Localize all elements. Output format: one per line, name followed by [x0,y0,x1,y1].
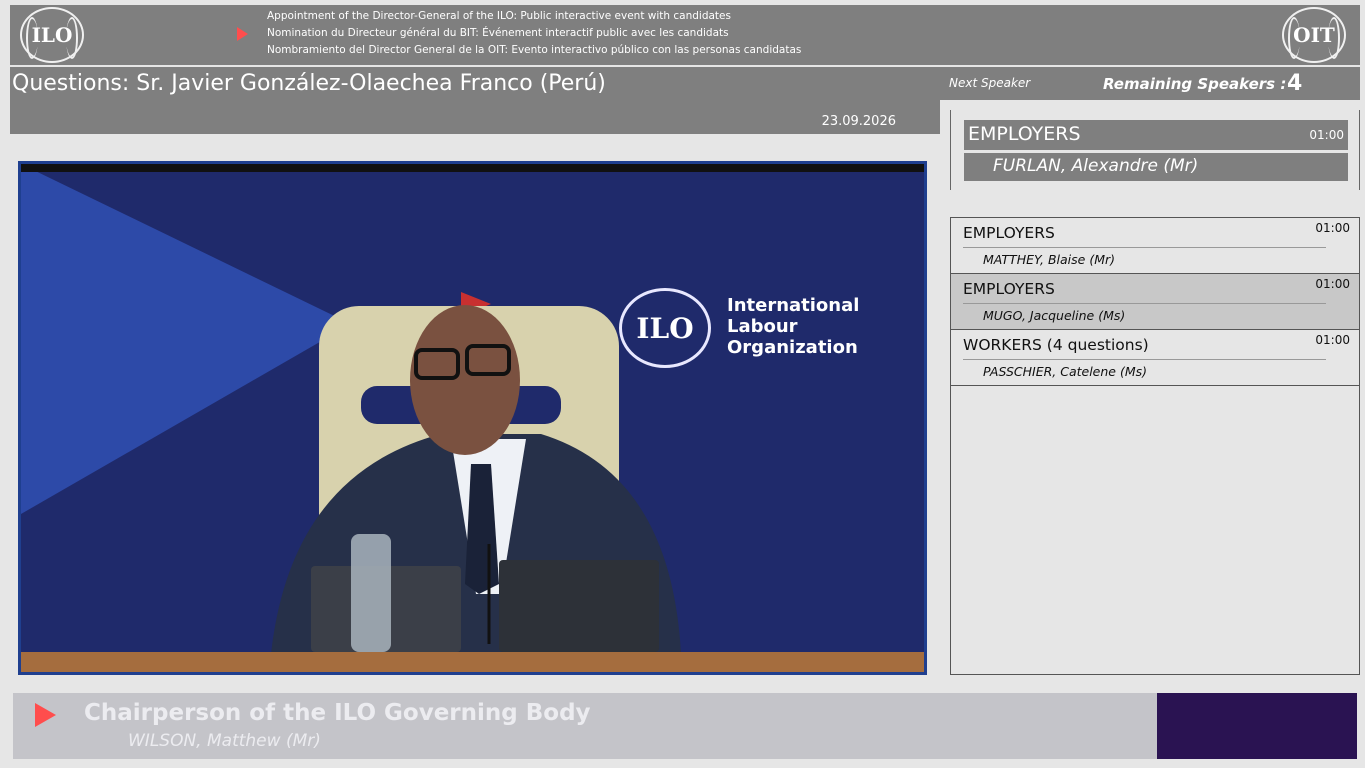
background-triangle [21,164,351,514]
play-arrow-icon [35,703,56,727]
play-arrow-icon [237,27,248,41]
list-item: WORKERS (4 questions) 01:00 PASSCHIER, C… [951,330,1359,386]
ilo-logo-icon: ILO [20,7,84,63]
current-speaker-role: Chairperson of the ILO Governing Body [84,700,591,726]
purple-panel [1157,693,1357,759]
speaker-list: EMPLOYERS 01:00 MATTHEY, Blaise (Mr) EMP… [950,217,1360,675]
next-speaker-name: FURLAN, Alexandre (Mr) [964,153,1348,181]
speaker-name: PASSCHIER, Catelene (Ms) [983,364,1148,379]
logo-left-text: ILO [31,23,73,47]
current-speaker-name: WILSON, Matthew (Mr) [128,731,321,751]
session-title-bar: Questions: Sr. Javier González-Olaechea … [10,67,940,134]
session-date: 23.09.2026 [821,114,896,129]
speaker-panel-header: Next Speaker Remaining Speakers : 4 [940,67,1360,100]
video-feed: ILO International Labour Organization [18,161,927,675]
event-title-lines: Appointment of the Director-General of t… [267,8,801,59]
speaker-time: 01:00 [1315,221,1350,235]
ilo-emblem-icon: ILO [619,288,711,368]
speaker-time: 01:00 [1315,333,1350,347]
desk [21,652,924,672]
remaining-speakers-label: Remaining Speakers : [1103,75,1287,93]
current-speaker-caption: Chairperson of the ILO Governing Body WI… [13,693,1157,759]
list-item: EMPLOYERS 01:00 MUGO, Jacqueline (Ms) [951,274,1359,330]
event-title-fr: Nomination du Directeur général du BIT: … [267,27,729,39]
laptop [499,560,659,652]
event-title-es: Nombramiento del Director General de la … [267,44,802,56]
next-speaker-group-row: EMPLOYERS 01:00 [964,120,1348,150]
session-title: Questions: Sr. Javier González-Olaechea … [12,71,606,96]
emblem-text: ILO [636,311,694,345]
water-bottle [351,534,391,652]
video-scene [21,164,924,672]
oit-logo-icon: OIT [1282,7,1346,63]
brand-line: Organization [727,337,858,358]
divider [963,359,1326,360]
logo-right-text: OIT [1293,23,1335,47]
list-item: EMPLOYERS 01:00 MATTHEY, Blaise (Mr) [951,218,1359,274]
brand-line: Labour [727,316,798,337]
next-speaker-box: EMPLOYERS 01:00 FURLAN, Alexandre (Mr) [950,110,1360,190]
next-speaker-label: Next Speaker [949,76,1031,90]
video-top-strip [21,164,924,172]
speaker-group: EMPLOYERS [963,280,1055,298]
event-title-en: Appointment of the Director-General of t… [267,10,731,22]
speaker-time: 01:00 [1315,277,1350,291]
divider [963,303,1326,304]
next-speaker-time: 01:00 [1309,128,1344,142]
speaker-name: MUGO, Jacqueline (Ms) [983,308,1126,323]
ilo-brand-text: International Labour Organization [727,295,859,358]
speaker-name: MATTHEY, Blaise (Mr) [983,252,1116,267]
next-speaker-group: EMPLOYERS [968,123,1081,145]
header-bar: ILO Appointment of the Director-General … [10,5,1360,65]
remaining-speakers-count: 4 [1287,71,1303,96]
speaker-group: EMPLOYERS [963,224,1055,242]
speaker-group: WORKERS (4 questions) [963,336,1149,354]
divider [963,247,1326,248]
brand-line: International [727,295,860,316]
